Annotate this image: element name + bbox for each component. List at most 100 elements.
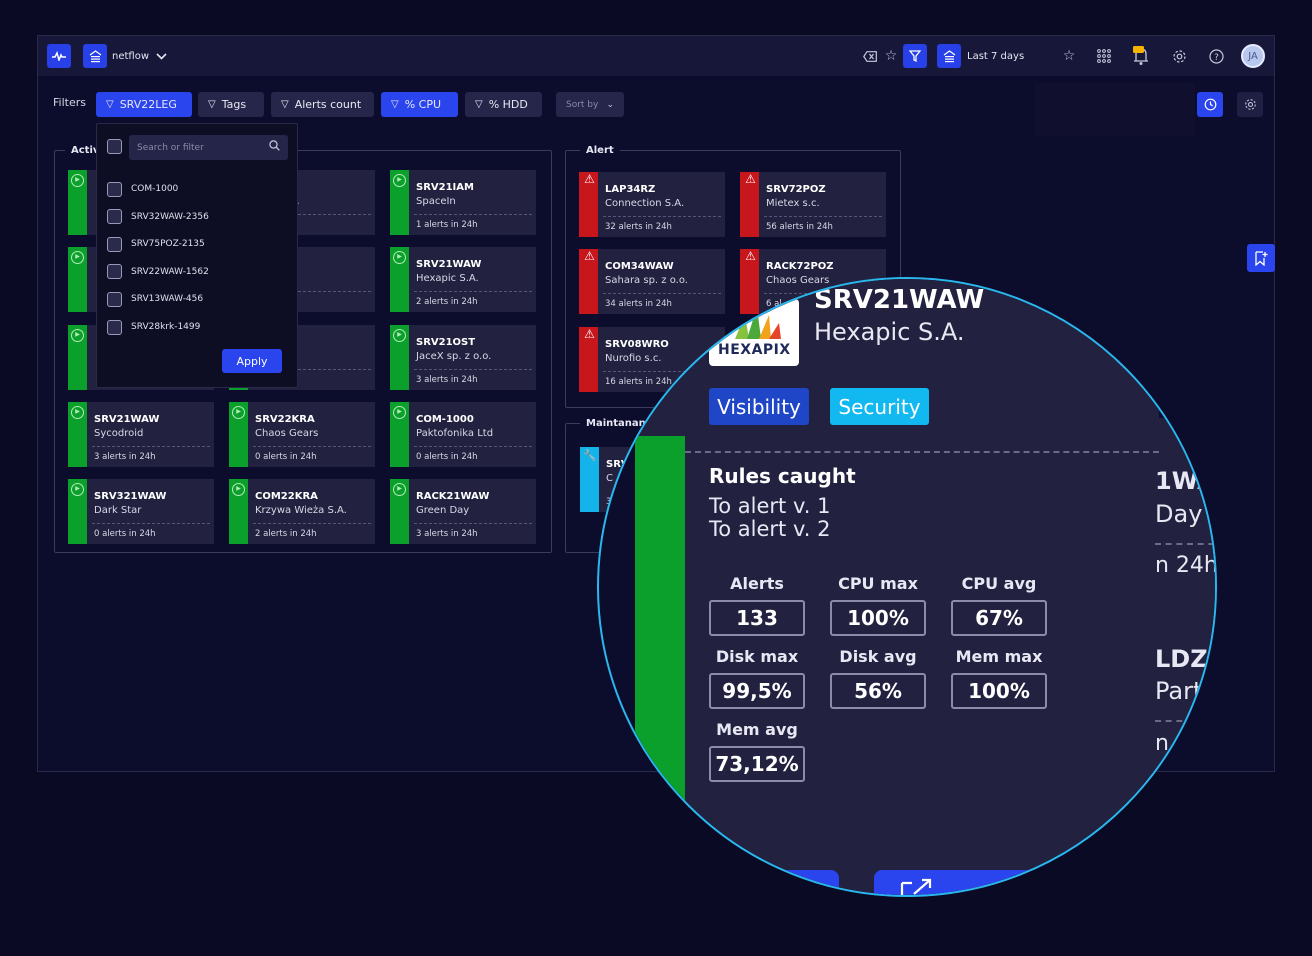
filter-option[interactable]: SRV28krk-1499 xyxy=(107,319,200,335)
svg-text:?: ? xyxy=(1214,53,1219,63)
filter-icon: ▽ xyxy=(475,99,483,110)
card-company: Chaos Gears xyxy=(255,428,319,439)
apply-button[interactable]: Apply xyxy=(222,349,282,373)
option-checkbox[interactable] xyxy=(107,319,122,335)
card-alerts: 56 alerts in 24h xyxy=(766,222,833,232)
stat-label: Alerts xyxy=(730,574,784,593)
stat-label: Disk max xyxy=(715,647,799,666)
play-circle-icon: ▶ xyxy=(393,251,406,264)
option-checkbox[interactable] xyxy=(107,291,122,307)
tag-security[interactable]: Security xyxy=(830,388,929,425)
open-external-button[interactable] xyxy=(874,870,1054,895)
server-card[interactable]: ▶ SRV22KRA Chaos Gears 0 alerts in 24h xyxy=(229,402,375,467)
divider xyxy=(414,523,532,524)
help-icon[interactable]: ? xyxy=(1205,45,1227,67)
magnified-card-view: HEXAPIX SRV21WAW Hexapic S.A. Visibility… xyxy=(597,277,1217,897)
history-clock-button[interactable] xyxy=(1197,92,1223,117)
hexapix-logo-icon xyxy=(735,307,781,339)
filter-search-input[interactable] xyxy=(129,135,254,161)
sort-by-select[interactable]: Sort by ⌄ xyxy=(556,92,624,117)
search-icon[interactable] xyxy=(269,140,280,154)
date-range[interactable]: Last 7 days xyxy=(967,45,1024,67)
option-checkbox[interactable] xyxy=(107,264,122,280)
divider xyxy=(253,523,371,524)
option-checkbox[interactable] xyxy=(107,209,122,225)
warning-icon: ⚠ xyxy=(584,327,595,341)
notifications-icon[interactable] xyxy=(1130,45,1152,67)
alert-server-card[interactable]: ⚠ SRV72POZ Mietex s.c. 56 alerts in 24h xyxy=(740,172,886,237)
option-label: SRV75POZ-2135 xyxy=(131,239,205,250)
card-name: COM22KRA xyxy=(255,491,318,502)
favorite-star-icon[interactable]: ☆ xyxy=(1058,45,1080,67)
filter-chip-tags[interactable]: ▽ Tags xyxy=(198,92,264,117)
divider xyxy=(764,216,882,217)
server-card[interactable]: ▶ SRV21WAW Hexapic S.A. 2 alerts in 24h xyxy=(390,247,536,312)
stat-value: 56% xyxy=(830,673,926,709)
adjacent-card-alerts: n 24h xyxy=(1155,553,1217,578)
server-card[interactable]: ▶ SRV21WAW Sycodroid 3 alerts in 24h xyxy=(68,402,214,467)
card-alerts: 2 alerts in 24h xyxy=(255,529,317,539)
divider xyxy=(414,291,532,292)
filter-option[interactable]: COM-1000 xyxy=(107,181,178,197)
divider xyxy=(414,369,532,370)
card-name: RACK72POZ xyxy=(766,261,834,272)
divider xyxy=(603,216,721,217)
bookmark-add-button[interactable] xyxy=(1247,244,1275,272)
play-circle-icon: ▶ xyxy=(393,406,406,419)
stat-value: 133 xyxy=(709,600,805,636)
chevron-down-icon[interactable] xyxy=(150,45,172,67)
card-alerts: 3 alerts in 24h xyxy=(416,375,478,385)
card-alerts: 2 alerts in 24h xyxy=(416,297,478,307)
option-label: SRV22WAW-1562 xyxy=(131,266,209,277)
card-name: COM34WAW xyxy=(605,261,674,272)
filter-chip-cpu[interactable]: ▽% CPU xyxy=(381,92,458,117)
app-name[interactable]: netflow xyxy=(112,45,149,67)
clear-filter-icon[interactable] xyxy=(859,45,881,67)
filter-toggle-icon[interactable] xyxy=(903,44,927,68)
server-card[interactable]: ▶ SRV21IAM SpaceIn 1 alerts in 24h xyxy=(390,170,536,235)
option-label: SRV32WAW-2356 xyxy=(131,211,209,222)
dashboard-icon[interactable] xyxy=(83,44,107,68)
card-company: C xyxy=(606,473,613,484)
option-checkbox[interactable] xyxy=(107,236,122,252)
option-checkbox[interactable] xyxy=(107,181,122,197)
filter-search[interactable] xyxy=(129,135,288,161)
filter-option[interactable]: SRV22WAW-1562 xyxy=(107,264,209,280)
card-alerts: 0 alerts in 24h xyxy=(416,452,478,462)
user-avatar[interactable]: JA xyxy=(1241,44,1265,68)
stat-label: CPU avg xyxy=(961,574,1037,593)
server-card[interactable]: ▶ COM-1000 Paktofonika Ltd 0 alerts in 24h xyxy=(390,402,536,467)
filter-option[interactable]: SRV75POZ-2135 xyxy=(107,236,205,252)
tag-visibility[interactable]: Visibility xyxy=(709,388,809,425)
rule-item: To alert v. 1 xyxy=(709,494,831,518)
status-bar-green xyxy=(635,436,685,895)
filter-dropdown: COM-1000 SRV32WAW-2356 SRV75POZ-2135 SRV22W… xyxy=(96,123,298,388)
filter-option[interactable]: SRV13WAW-456 xyxy=(107,291,203,307)
server-card[interactable]: ▶ RACK21WAW Green Day 3 alerts in 24h xyxy=(390,479,536,544)
filter-chip-alerts-count[interactable]: ▽ Alerts count xyxy=(271,92,374,117)
filter-chip-srv22leg[interactable]: ▽ SRV22LEG xyxy=(96,92,192,117)
action-button[interactable] xyxy=(729,870,839,895)
play-circle-icon: ▶ xyxy=(232,406,245,419)
server-card[interactable]: ▶ SRV21OST JaceX sp. z o.o. 3 alerts in 24h xyxy=(390,325,536,390)
settings-gear-icon[interactable] xyxy=(1168,45,1190,67)
divider xyxy=(253,446,371,447)
divider xyxy=(685,451,1159,453)
select-all-checkbox[interactable] xyxy=(107,139,122,154)
view-settings-button[interactable] xyxy=(1237,92,1263,117)
filter-chip-hdd[interactable]: ▽% HDD xyxy=(465,92,542,117)
alert-server-card[interactable]: ⚠ LAP34RZ Connection S.A. 32 alerts in 24h xyxy=(579,172,725,237)
card-alerts: 1 alerts in 24h xyxy=(416,220,478,230)
stat-label: Disk avg xyxy=(839,647,917,666)
apps-grid-icon[interactable] xyxy=(1093,45,1115,67)
server-card[interactable]: ▶ SRV321WAW Dark Star 0 alerts in 24h xyxy=(68,479,214,544)
pulse-logo-icon[interactable] xyxy=(47,44,71,68)
adjacent-card-alerts-2: n 2 xyxy=(1155,731,1190,756)
server-card[interactable]: ▶ COM22KRA Krzywa Wieża S.A. 2 alerts in 24… xyxy=(229,479,375,544)
card-name: RACK21WAW xyxy=(416,491,490,502)
card-name: SRV321WAW xyxy=(94,491,167,502)
calendar-dashboard-icon[interactable] xyxy=(937,44,961,68)
filter-option[interactable]: SRV32WAW-2356 xyxy=(107,209,209,225)
star-icon[interactable]: ☆ xyxy=(880,45,902,67)
stat-value: 100% xyxy=(951,673,1047,709)
